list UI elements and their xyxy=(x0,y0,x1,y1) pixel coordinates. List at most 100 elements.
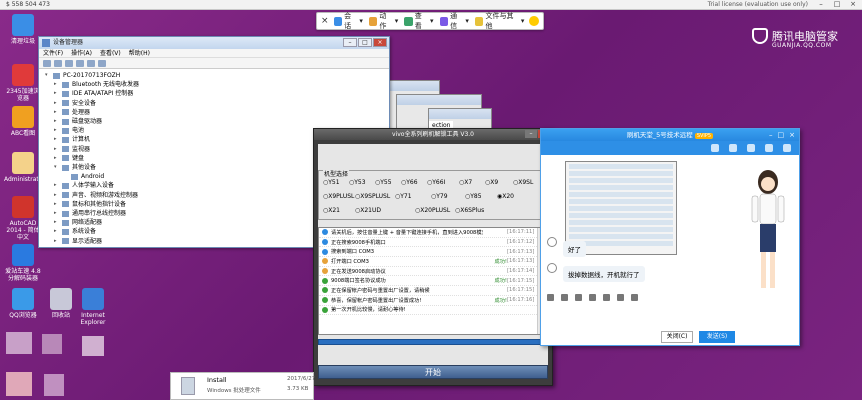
tree-item[interactable]: ▸ 安全设备 xyxy=(45,99,383,108)
model-radio[interactable]: ○Y71 xyxy=(395,193,412,200)
expand-toggle-icon[interactable]: ▸ xyxy=(54,181,59,190)
expand-toggle-icon[interactable]: ▸ xyxy=(54,209,59,218)
expand-toggle-icon[interactable]: ▸ xyxy=(54,99,59,108)
desktop-icon[interactable]: AutoCAD 2014 - 简体中文 xyxy=(4,196,42,241)
chevron-down-icon: ▾ xyxy=(465,17,469,25)
toolbar-item-view[interactable]: 查看 ▾ xyxy=(404,11,434,31)
close-button[interactable]: × xyxy=(789,129,795,141)
font-icon[interactable] xyxy=(547,294,554,301)
tree-item[interactable]: ▾ PC-20170713FOZH xyxy=(45,71,383,80)
toolbar-item-session[interactable]: 会话 ▾ xyxy=(333,11,363,31)
close-button[interactable]: × xyxy=(846,0,860,9)
forward-icon[interactable] xyxy=(54,60,62,67)
model-radio[interactable]: ○X9SPLUSL xyxy=(355,193,390,200)
model-radio[interactable]: ○X20PLUSL xyxy=(415,207,450,214)
toolbar-item-file[interactable]: 文件与其他 ▾ xyxy=(474,11,524,31)
maximize-button[interactable]: □ xyxy=(830,0,844,9)
history-icon[interactable] xyxy=(631,294,638,301)
model-radio[interactable]: ○X9PLUSL xyxy=(323,193,354,200)
minimize-button[interactable]: – xyxy=(769,129,773,141)
expand-toggle-icon[interactable]: ▾ xyxy=(54,163,59,172)
toolbar-item-action[interactable]: 动作 ▾ xyxy=(368,11,398,31)
avatar[interactable] xyxy=(547,263,557,273)
scan-icon[interactable] xyxy=(87,60,95,67)
properties-icon[interactable] xyxy=(65,60,73,67)
desktop-icon[interactable]: QQ浏览器 xyxy=(4,288,42,319)
device-manager-titlebar[interactable]: 设备管理器 – □ × xyxy=(39,37,389,49)
expand-toggle-icon[interactable]: ▸ xyxy=(54,126,59,135)
expand-toggle-icon[interactable]: ▸ xyxy=(54,80,59,89)
desktop-icon[interactable]: 清理垃圾 xyxy=(4,14,42,45)
minimize-button[interactable]: – xyxy=(814,0,828,9)
close-button[interactable]: × xyxy=(373,38,387,47)
desktop-icon[interactable]: Internet Explorer xyxy=(74,288,112,326)
menu-item[interactable]: 查看(V) xyxy=(100,49,121,57)
shake-icon[interactable] xyxy=(575,294,582,301)
desktop-icon[interactable]: 2345加速浏览器 xyxy=(4,64,42,102)
tree-item[interactable]: ▸ Bluetooth 无线电收发器 xyxy=(45,80,383,89)
model-radio[interactable]: ○X6SPlus xyxy=(455,207,484,214)
toolbar-close-icon[interactable]: × xyxy=(321,16,329,26)
expand-toggle-icon[interactable]: ▸ xyxy=(54,135,59,144)
vivo-titlebar[interactable]: vivo全系列刷机解锁工具 V3.0 – × xyxy=(314,129,552,140)
model-radio[interactable]: ○Y53 xyxy=(349,179,366,186)
model-radio[interactable]: ○Y66 xyxy=(401,179,418,186)
menu-item[interactable]: 帮助(H) xyxy=(129,49,150,57)
expand-toggle-icon[interactable]: ▸ xyxy=(54,191,59,200)
close-chat-button[interactable]: 关闭(C) xyxy=(661,331,693,343)
model-radio[interactable]: ◉X20 xyxy=(497,193,514,200)
maximize-button[interactable]: □ xyxy=(778,129,785,141)
model-radio[interactable]: ○Y55 xyxy=(375,179,392,186)
expand-toggle-icon[interactable]: ▸ xyxy=(54,117,59,126)
maximize-button[interactable]: □ xyxy=(358,38,372,47)
expand-toggle-icon[interactable]: ▸ xyxy=(54,218,59,227)
minimize-button[interactable]: – xyxy=(525,130,537,138)
image-icon[interactable] xyxy=(589,294,596,301)
expand-toggle-icon[interactable]: ▸ xyxy=(54,89,59,98)
minimize-button[interactable]: – xyxy=(343,38,357,47)
expand-toggle-icon[interactable]: ▸ xyxy=(54,145,59,154)
screenshot-icon[interactable] xyxy=(603,294,610,301)
desktop-icon[interactable]: Administrator xyxy=(4,152,45,183)
emoji-icon[interactable] xyxy=(561,294,568,301)
tree-item[interactable]: ▸ 处理器 xyxy=(45,108,383,117)
start-button[interactable]: 开始 xyxy=(318,365,548,379)
file-details-panel[interactable]: Install Windows 批处理文件 2017/6/27 3.73 KB xyxy=(170,372,315,400)
expand-toggle-icon[interactable]: ▸ xyxy=(54,200,59,209)
model-radio[interactable]: ○X7 xyxy=(459,179,472,186)
desktop-icon[interactable]: 爱站车速 4.8 分解码装器 xyxy=(4,244,42,282)
expand-toggle-icon[interactable]: ▸ xyxy=(54,227,59,236)
expand-toggle-icon[interactable]: ▸ xyxy=(54,154,59,163)
model-radio[interactable]: ○Y85 xyxy=(465,193,482,200)
more-icon[interactable] xyxy=(783,144,791,152)
expand-toggle-icon[interactable]: ▸ xyxy=(54,237,59,246)
folder-icon[interactable] xyxy=(617,294,624,301)
model-radio[interactable]: ○Y51 xyxy=(323,179,340,186)
tree-item[interactable]: ▸ IDE ATA/ATAPI 控制器 xyxy=(45,89,383,98)
model-radio[interactable]: ○Y79 xyxy=(431,193,448,200)
avatar[interactable] xyxy=(547,237,557,247)
model-radio[interactable]: ○X21UD xyxy=(355,207,381,214)
model-radio[interactable]: ○Y66I xyxy=(427,179,445,186)
menu-item[interactable]: 操作(A) xyxy=(71,49,92,57)
qq-titlebar[interactable]: 刷机天堂_5号技术远程 SVIP5 – □ × xyxy=(541,129,799,141)
tree-item[interactable]: ▸ 磁盘驱动器 xyxy=(45,117,383,126)
vivo-unlock-tool-window[interactable]: vivo全系列刷机解锁工具 V3.0 – × 机型选择 ○Y51 ○Y53 ○Y55… xyxy=(313,128,553,386)
back-icon[interactable] xyxy=(43,60,51,67)
help-icon[interactable] xyxy=(76,60,84,67)
menu-item[interactable]: 文件(F) xyxy=(43,49,63,57)
send-button[interactable]: 发送(S) xyxy=(699,331,735,343)
desktop-icon[interactable]: ABC看图 xyxy=(4,106,42,137)
update-driver-icon[interactable] xyxy=(98,60,106,67)
voice-call-icon[interactable] xyxy=(711,144,719,152)
smiley-icon[interactable] xyxy=(529,16,539,26)
remote-desktop-icon[interactable] xyxy=(747,144,755,152)
expand-toggle-icon[interactable]: ▸ xyxy=(54,108,59,117)
model-radio[interactable]: ○X9SL xyxy=(513,179,533,186)
toolbar-item-communication[interactable]: 通信 ▾ xyxy=(439,11,469,31)
expand-toggle-icon[interactable]: ▾ xyxy=(45,71,50,80)
model-radio[interactable]: ○X21 xyxy=(323,207,340,214)
model-radio[interactable]: ○X9 xyxy=(485,179,498,186)
file-transfer-icon[interactable] xyxy=(765,144,773,152)
video-call-icon[interactable] xyxy=(729,144,737,152)
